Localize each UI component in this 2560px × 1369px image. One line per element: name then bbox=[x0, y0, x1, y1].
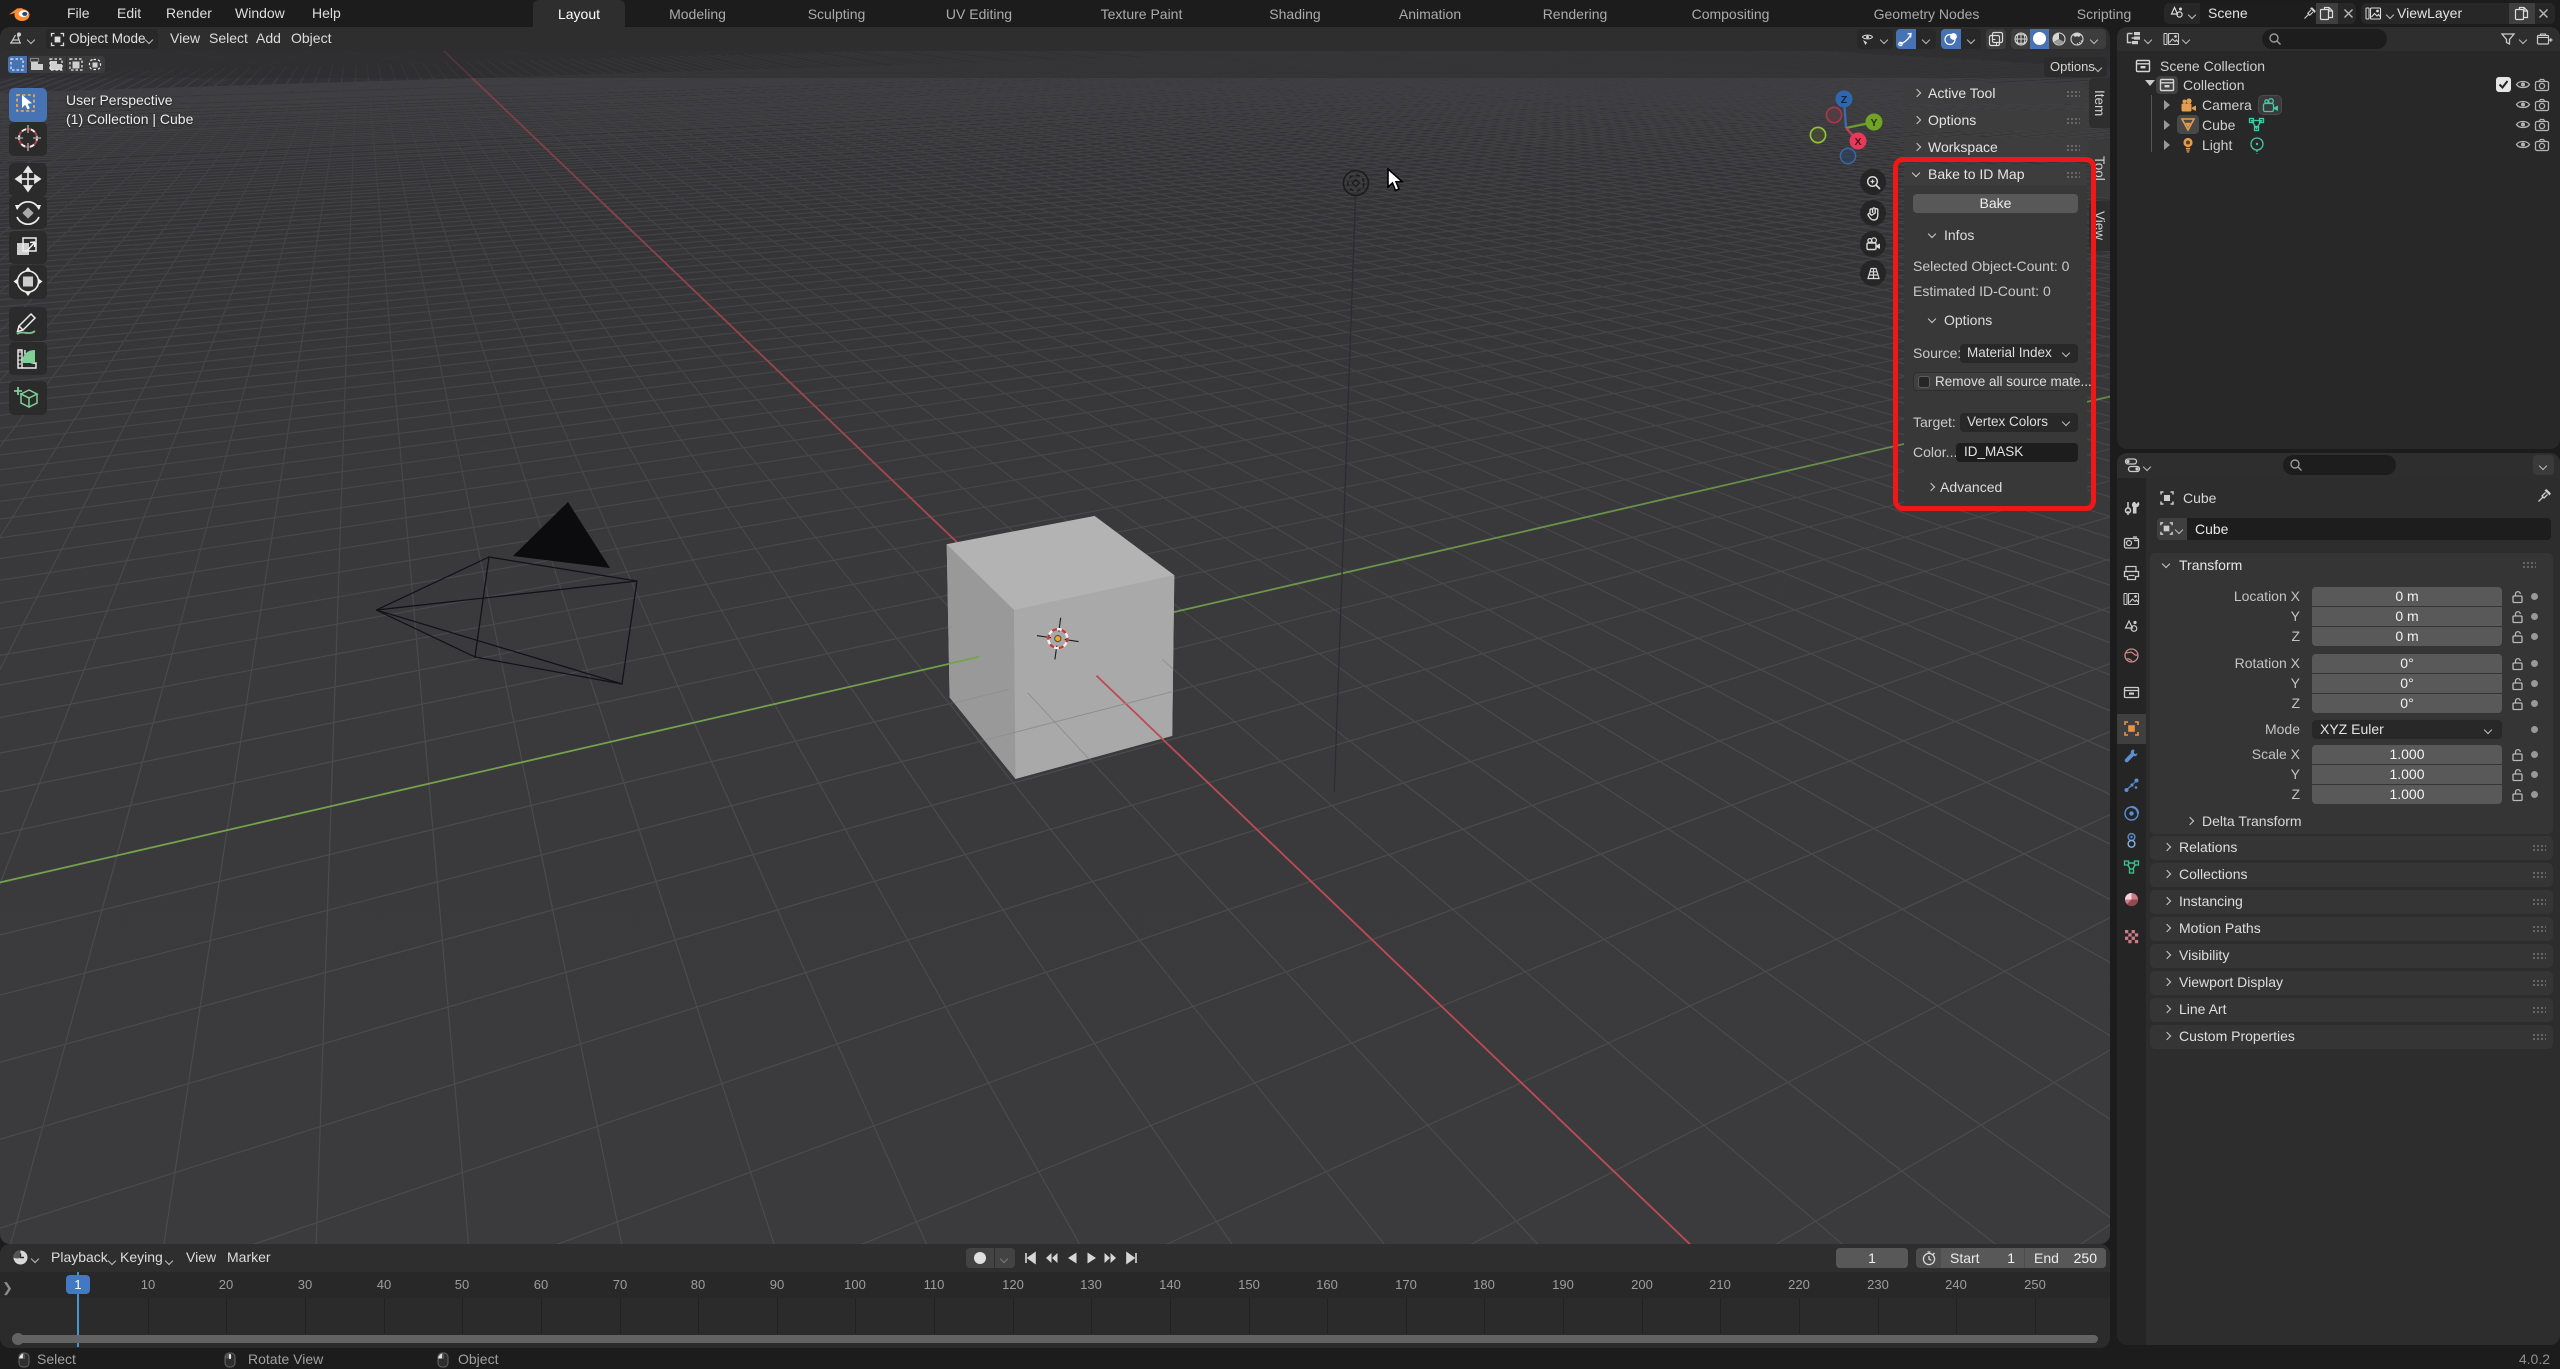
svg-text:Y: Y bbox=[1870, 117, 1877, 129]
svg-text:Z: Z bbox=[1841, 94, 1848, 106]
svg-text:X: X bbox=[1854, 136, 1861, 148]
